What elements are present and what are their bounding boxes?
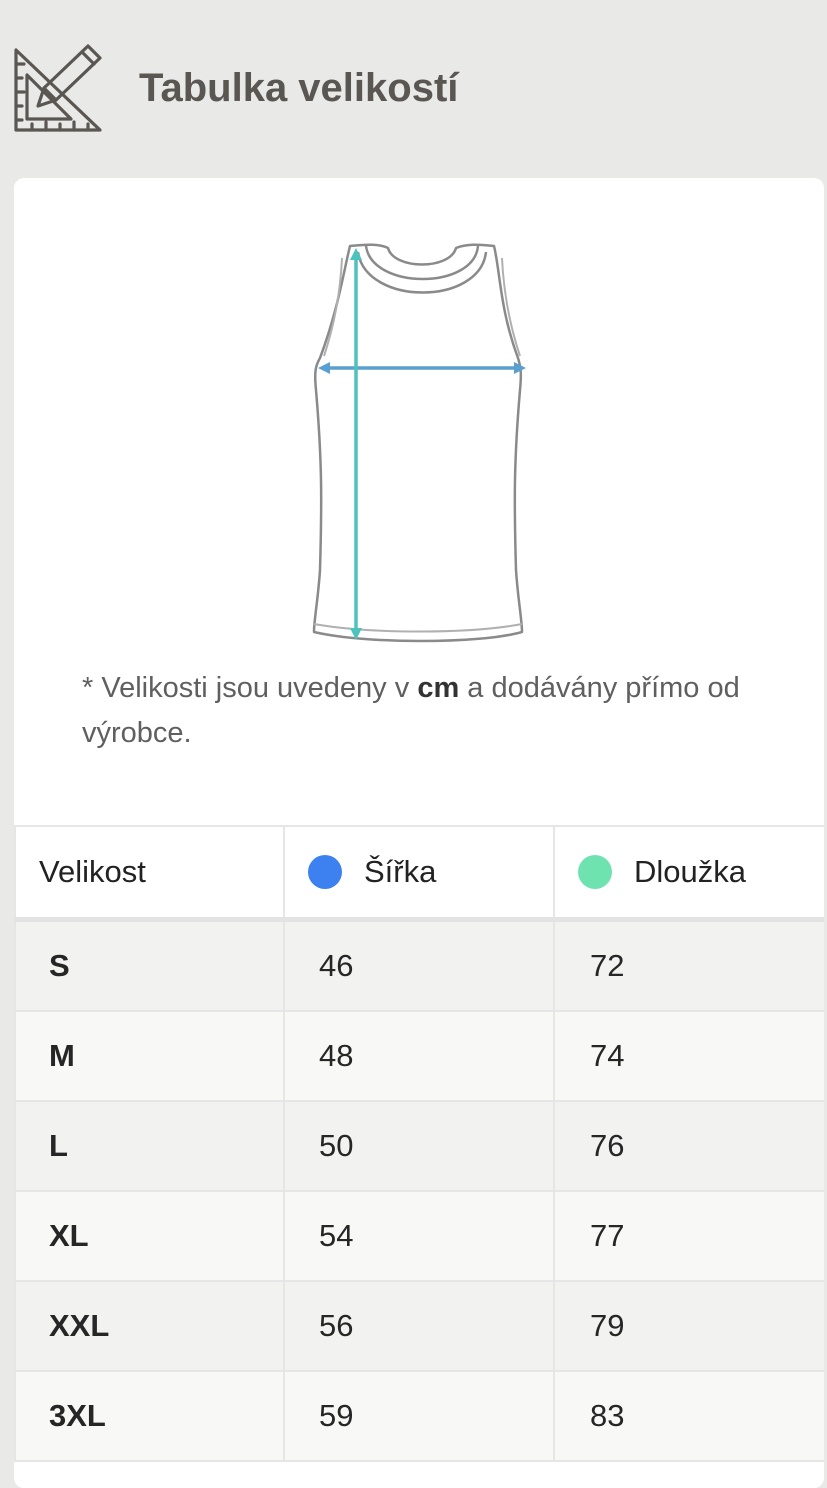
size-cell: XXL: [14, 1280, 285, 1372]
width-cell: 56: [283, 1280, 555, 1372]
length-cell: 76: [553, 1100, 824, 1192]
width-cell: 59: [283, 1370, 555, 1462]
length-cell: 77: [553, 1190, 824, 1282]
page-title: Tabulka velikostí: [139, 66, 459, 110]
header: Tabulka velikostí: [0, 0, 827, 178]
width-cell: 54: [283, 1190, 555, 1282]
size-cell: L: [14, 1100, 285, 1192]
table-row: XL 54 77: [14, 1190, 824, 1282]
table-row: 3XL 59 83: [14, 1370, 824, 1462]
header-length: Dloužka: [553, 825, 824, 922]
size-chart-card: * Velikosti jsou uvedeny v cm a dodávány…: [14, 178, 824, 1488]
length-cell: 72: [553, 918, 824, 1012]
length-cell: 83: [553, 1370, 824, 1462]
unit-label: cm: [417, 672, 460, 704]
table-row: S 46 72: [14, 918, 824, 1012]
length-color-dot: [578, 855, 612, 889]
width-cell: 48: [283, 1010, 555, 1102]
header-width: Šířka: [283, 825, 555, 922]
size-cell: M: [14, 1010, 285, 1102]
header-size: Velikost: [14, 825, 285, 922]
ruler-pencil-icon: [14, 44, 102, 132]
tank-top-diagram: [312, 243, 526, 643]
table-header-row: Velikost Šířka Dloužka: [14, 825, 824, 922]
table-row: L 50 76: [14, 1100, 824, 1192]
width-color-dot: [308, 855, 342, 889]
table-row: XXL 56 79: [14, 1280, 824, 1372]
length-cell: 74: [553, 1010, 824, 1102]
size-cell: 3XL: [14, 1370, 285, 1462]
width-cell: 46: [283, 918, 555, 1012]
length-cell: 79: [553, 1280, 824, 1372]
size-cell: XL: [14, 1190, 285, 1282]
width-cell: 50: [283, 1100, 555, 1192]
table-row: M 48 74: [14, 1010, 824, 1102]
size-table: Velikost Šířka Dloužka S 46 72 M 48 74 L…: [14, 825, 824, 1462]
size-cell: S: [14, 918, 285, 1012]
size-note: * Velikosti jsou uvedeny v cm a dodávány…: [82, 672, 740, 749]
